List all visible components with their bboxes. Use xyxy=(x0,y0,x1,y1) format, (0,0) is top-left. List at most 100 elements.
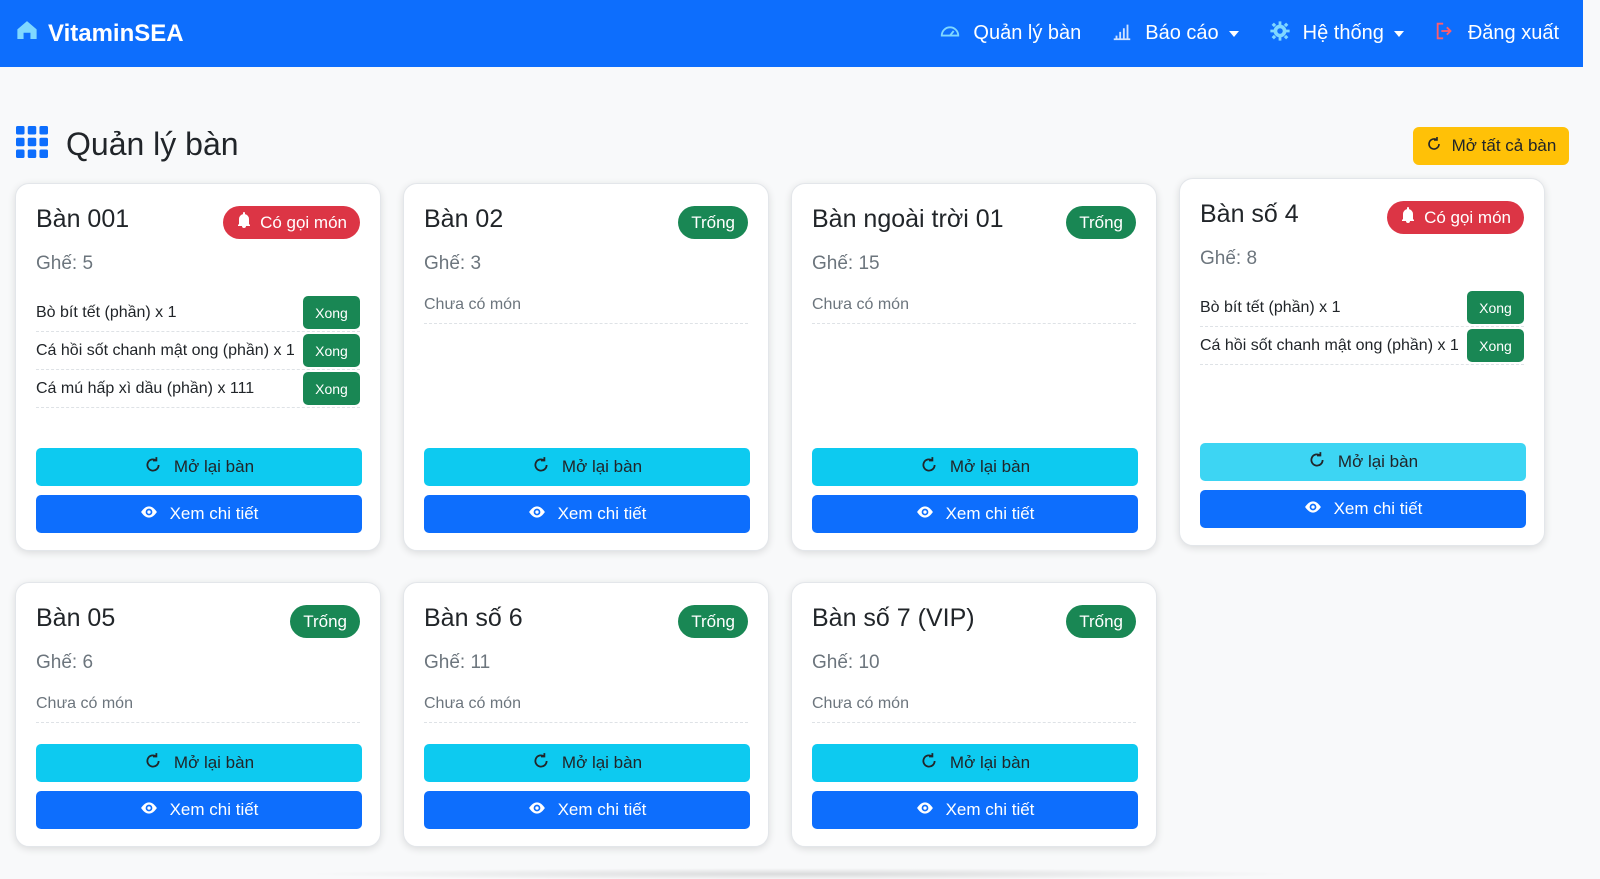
bell-icon xyxy=(236,212,252,233)
navbar: VitaminSEA Quản lý bàn Báo cáo Hệ thống xyxy=(0,0,1583,67)
brand[interactable]: VitaminSEA xyxy=(16,19,184,48)
table-name: Bàn số 7 (VIP) xyxy=(812,604,975,632)
order-item-name: Bò bít tết (phần) x 1 xyxy=(36,303,177,321)
reopen-label: Mở lại bàn xyxy=(561,753,643,772)
reopen-table-button[interactable]: Mở lại bàn xyxy=(812,744,1138,782)
reopen-table-button[interactable]: Mở lại bàn xyxy=(812,448,1138,486)
status-label: Trống xyxy=(1079,611,1123,631)
status-badge: Có gọi món xyxy=(223,206,360,239)
refresh-icon xyxy=(144,752,162,775)
empty-order-text: Chưa có món xyxy=(424,294,748,324)
status-label: Có gọi món xyxy=(1424,207,1511,227)
view-details-button[interactable]: Xem chi tiết xyxy=(424,495,750,533)
done-button[interactable]: Xong xyxy=(303,372,360,405)
order-item-name: Cá mú hấp xì dầu (phần) x 111 xyxy=(36,379,255,397)
seat-count: Ghế: 3 xyxy=(424,253,482,274)
view-label: Xem chi tiết xyxy=(1333,499,1423,518)
eye-icon xyxy=(140,799,158,822)
view-details-button[interactable]: Xem chi tiết xyxy=(36,791,362,829)
order-item: Bò bít tết (phần) x 1 Xong xyxy=(36,294,360,332)
refresh-icon xyxy=(920,456,938,479)
reopen-table-button[interactable]: Mở lại bàn xyxy=(424,744,750,782)
nav-item-reports[interactable]: Báo cáo xyxy=(1111,20,1239,48)
eye-icon xyxy=(528,799,546,822)
status-label: Trống xyxy=(691,212,735,232)
nav-item-table-management[interactable]: Quản lý bàn xyxy=(939,20,1081,48)
table-card: Bàn số 6 Trống Ghế: 11 Chưa có món Mở lạ… xyxy=(403,582,769,847)
view-details-button[interactable]: Xem chi tiết xyxy=(812,495,1138,533)
logout-icon xyxy=(1434,20,1456,48)
seat-count: Ghế: 10 xyxy=(812,652,880,673)
refresh-icon xyxy=(920,752,938,775)
table-name: Bàn 001 xyxy=(36,205,130,233)
brand-name: VitaminSEA xyxy=(48,19,184,47)
reopen-table-button[interactable]: Mở lại bàn xyxy=(36,448,362,486)
view-details-button[interactable]: Xem chi tiết xyxy=(1200,490,1526,528)
table-card: Bàn 02 Trống Ghế: 3 Chưa có món Mở lại b… xyxy=(403,183,769,551)
view-label: Xem chi tiết xyxy=(557,504,647,523)
table-name: Bàn 05 xyxy=(36,604,116,632)
seat-count: Ghế: 15 xyxy=(812,253,880,274)
view-details-button[interactable]: Xem chi tiết xyxy=(812,791,1138,829)
reopen-label: Mở lại bàn xyxy=(949,753,1031,772)
status-label: Có gọi món xyxy=(260,212,347,232)
status-label: Trống xyxy=(1079,212,1123,232)
nav-item-system[interactable]: Hệ thống xyxy=(1269,20,1404,48)
order-item-name: Cá hồi sốt chanh mật ong (phần) x 1 xyxy=(36,341,295,359)
order-list: Chưa có món xyxy=(424,693,748,723)
bottom-shadow xyxy=(300,868,1300,879)
bell-icon xyxy=(1400,207,1416,228)
done-button[interactable]: Xong xyxy=(303,296,360,329)
table-card: Bàn số 4 Có gọi món Ghế: 8 Bò bít tết (p… xyxy=(1179,178,1545,546)
order-list: Chưa có món xyxy=(36,693,360,723)
status-badge: Trống xyxy=(290,605,360,638)
page-header: Quản lý bàn xyxy=(16,126,239,163)
order-list: Chưa có món xyxy=(424,294,748,324)
open-all-label: Mở tất cả bàn xyxy=(1451,136,1557,155)
reopen-label: Mở lại bàn xyxy=(173,457,255,476)
table-card: Bàn 05 Trống Ghế: 6 Chưa có món Mở lại b… xyxy=(15,582,381,847)
nav-item-logout[interactable]: Đăng xuất xyxy=(1434,20,1559,48)
order-list: Bò bít tết (phần) x 1 Xong Cá hồi sốt ch… xyxy=(36,294,360,408)
reopen-label: Mở lại bàn xyxy=(561,457,643,476)
eye-icon xyxy=(916,503,934,526)
order-list: Chưa có món xyxy=(812,693,1136,723)
table-name: Bàn số 4 xyxy=(1200,200,1299,228)
view-label: Xem chi tiết xyxy=(169,504,259,523)
status-badge: Trống xyxy=(678,605,748,638)
bar-chart-icon xyxy=(1111,20,1133,48)
speedometer-icon xyxy=(939,20,961,48)
refresh-icon xyxy=(532,752,550,775)
empty-order-text: Chưa có món xyxy=(424,693,748,723)
reopen-table-button[interactable]: Mở lại bàn xyxy=(1200,443,1526,481)
status-badge: Trống xyxy=(1066,206,1136,239)
view-label: Xem chi tiết xyxy=(945,800,1035,819)
view-label: Xem chi tiết xyxy=(557,800,647,819)
reopen-label: Mở lại bàn xyxy=(173,753,255,772)
order-list: Chưa có món xyxy=(812,294,1136,324)
empty-order-text: Chưa có món xyxy=(812,294,1136,324)
eye-icon xyxy=(1304,498,1322,521)
seat-count: Ghế: 8 xyxy=(1200,248,1258,269)
done-button[interactable]: Xong xyxy=(1467,291,1524,324)
table-name: Bàn ngoài trời 01 xyxy=(812,205,1004,233)
seat-count: Ghế: 6 xyxy=(36,652,94,673)
nav-item-label: Hệ thống xyxy=(1302,22,1384,44)
reopen-table-button[interactable]: Mở lại bàn xyxy=(36,744,362,782)
refresh-icon xyxy=(532,456,550,479)
order-item: Bò bít tết (phần) x 1 Xong xyxy=(1200,289,1524,327)
open-all-tables-button[interactable]: Mở tất cả bàn xyxy=(1413,127,1569,165)
reopen-table-button[interactable]: Mở lại bàn xyxy=(424,448,750,486)
view-details-button[interactable]: Xem chi tiết xyxy=(36,495,362,533)
status-badge: Trống xyxy=(678,206,748,239)
chevron-down-icon xyxy=(1228,30,1239,37)
status-badge: Có gọi món xyxy=(1387,201,1524,234)
view-details-button[interactable]: Xem chi tiết xyxy=(424,791,750,829)
eye-icon xyxy=(140,503,158,526)
view-label: Xem chi tiết xyxy=(169,800,259,819)
done-button[interactable]: Xong xyxy=(303,334,360,367)
nav-menu: Quản lý bàn Báo cáo Hệ thống Đăng xuất xyxy=(939,20,1567,48)
done-button[interactable]: Xong xyxy=(1467,329,1524,362)
table-card: Bàn 001 Có gọi món Ghế: 5 Bò bít tết (ph… xyxy=(15,183,381,551)
reopen-label: Mở lại bàn xyxy=(949,457,1031,476)
